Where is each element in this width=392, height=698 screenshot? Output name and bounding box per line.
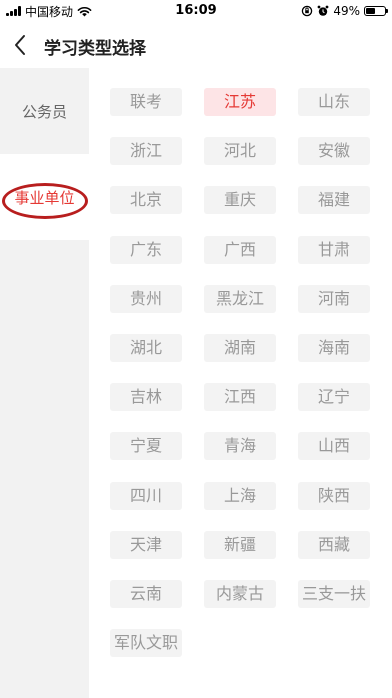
region-chip[interactable]: 宁夏 [110, 432, 182, 460]
annotation-circle [2, 183, 88, 219]
header: 学习类型选择 [0, 22, 392, 68]
region-chip[interactable]: 河北 [204, 137, 276, 165]
region-panel: 联考 江苏 山东浙江 河北 安徽北京 重庆 福建广东 广西 甘肃贵州 黑龙江 河南湖北 湖南 海南吉林江… [89, 68, 392, 698]
region-chip[interactable]: 浙江 [110, 137, 182, 165]
region-chip[interactable]: 三支一扶 [298, 580, 370, 608]
region-chip[interactable]: 重庆 [204, 186, 276, 214]
page: 中国移动 16:09 49% 学习类型选择 公务员 事业单位 联考 江苏 山东 … [0, 0, 392, 698]
battery-level [366, 8, 375, 14]
region-chip[interactable]: 四川 [110, 482, 182, 510]
region-chip[interactable]: 广西 [204, 236, 276, 264]
sidebar-item-civil-servant[interactable]: 公务员 [0, 68, 89, 154]
sidebar-item-label: 公务员 [21, 102, 67, 121]
region-chip[interactable]: 湖北 [110, 334, 182, 362]
region-chip[interactable]: 云南 [110, 580, 182, 608]
region-chip[interactable]: 联考 [110, 88, 182, 116]
region-chip[interactable]: 天津 [110, 531, 182, 559]
region-chip[interactable]: 安徽 [298, 137, 370, 165]
battery-percent: 49% [333, 4, 360, 18]
region-chip[interactable]: 内蒙古 [204, 580, 276, 608]
chevron-left-icon [15, 35, 25, 55]
region-chip[interactable]: 山东 [298, 88, 370, 116]
region-chip[interactable]: 甘肃 [298, 236, 370, 264]
status-bar: 中国移动 16:09 49% [0, 0, 392, 22]
region-chip[interactable]: 江西 [204, 383, 276, 411]
region-chip[interactable]: 河南 [298, 285, 370, 313]
region-chip[interactable]: 上海 [204, 482, 276, 510]
region-chip[interactable]: 海南 [298, 334, 370, 362]
region-chip[interactable]: 辽宁 [298, 383, 370, 411]
region-chip[interactable]: 新疆 [204, 531, 276, 559]
region-chip[interactable]: 黑龙江 [204, 285, 276, 313]
region-chip[interactable]: 军队文职 [110, 629, 182, 657]
region-chip[interactable]: 广东 [110, 236, 182, 264]
alarm-icon [317, 5, 329, 16]
page-title: 学习类型选择 [44, 39, 146, 59]
region-chip[interactable]: 江苏 [204, 88, 276, 116]
region-chip[interactable]: 陕西 [298, 482, 370, 510]
region-chip[interactable]: 贵州 [110, 285, 182, 313]
region-chip[interactable]: 青海 [204, 432, 276, 460]
sidebar-item-public-institution[interactable]: 事业单位 [0, 154, 89, 240]
region-chip[interactable]: 山西 [298, 432, 370, 460]
region-chip[interactable]: 福建 [298, 186, 370, 214]
region-chip[interactable]: 北京 [110, 186, 182, 214]
battery-icon [364, 6, 388, 16]
orientation-lock-icon [302, 5, 313, 17]
region-chip[interactable]: 西藏 [298, 531, 370, 559]
status-right: 49% [301, 3, 388, 19]
back-button[interactable] [6, 30, 34, 60]
region-chip[interactable]: 吉林 [110, 383, 182, 411]
region-chip[interactable]: 湖南 [204, 334, 276, 362]
sidebar: 公务员 事业单位 [0, 68, 89, 698]
